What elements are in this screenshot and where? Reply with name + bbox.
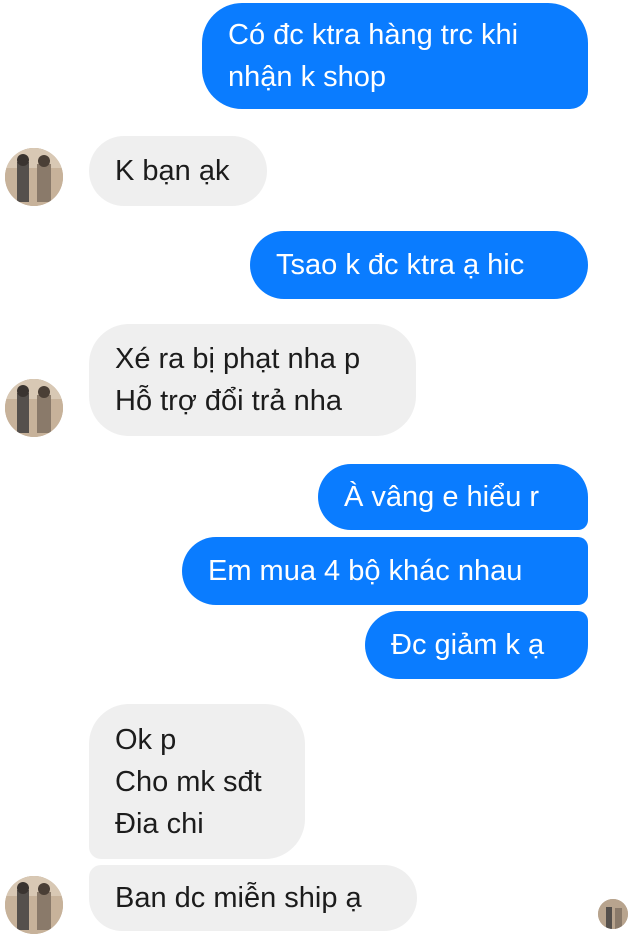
message-line: Em mua 4 bộ khác nhau: [208, 555, 523, 587]
message-line: Ok p: [115, 723, 177, 756]
message-line: Có đc ktra hàng trc khi: [228, 19, 519, 51]
message-bubble-outgoing[interactable]: Em mua 4 bộ khác nhau: [182, 537, 588, 605]
message-line: Xé ra bị phạt nha p: [115, 343, 361, 375]
message-line: Đc giảm k ạ: [391, 629, 545, 661]
message-line: K bạn ạk: [115, 155, 230, 187]
message-bubble-outgoing[interactable]: Tsao k đc ktra ạ hic: [250, 231, 588, 299]
message-bubble-outgoing[interactable]: Đc giảm k ạ: [365, 611, 588, 679]
shop-avatar[interactable]: [5, 876, 63, 934]
message-line: nhận k shop: [228, 61, 387, 93]
message-line: Hỗ trợ đổi trả nha: [115, 385, 342, 417]
shop-avatar[interactable]: [5, 148, 63, 206]
seen-avatar: [598, 899, 628, 929]
message-line: Ban dc miễn ship ạ: [115, 882, 362, 914]
message-bubble-incoming[interactable]: Ok p Cho mk sđt Đia chi: [89, 704, 305, 859]
message-line: À vâng e hiểu r: [344, 481, 540, 513]
message-bubble-incoming[interactable]: K bạn ạk: [89, 136, 267, 206]
message-line: Cho mk sđt: [115, 765, 262, 798]
message-bubble-outgoing[interactable]: Có đc ktra hàng trc khi nhận k shop: [202, 3, 588, 109]
shop-avatar[interactable]: [5, 379, 63, 437]
message-bubble-incoming[interactable]: Ban dc miễn ship ạ: [89, 865, 417, 931]
message-bubble-incoming[interactable]: Xé ra bị phạt nha p Hỗ trợ đổi trả nha: [89, 324, 416, 436]
message-line: Tsao k đc ktra ạ hic: [276, 249, 525, 281]
message-line: Đia chi: [115, 807, 204, 840]
message-bubble-outgoing[interactable]: À vâng e hiểu r: [318, 464, 588, 530]
